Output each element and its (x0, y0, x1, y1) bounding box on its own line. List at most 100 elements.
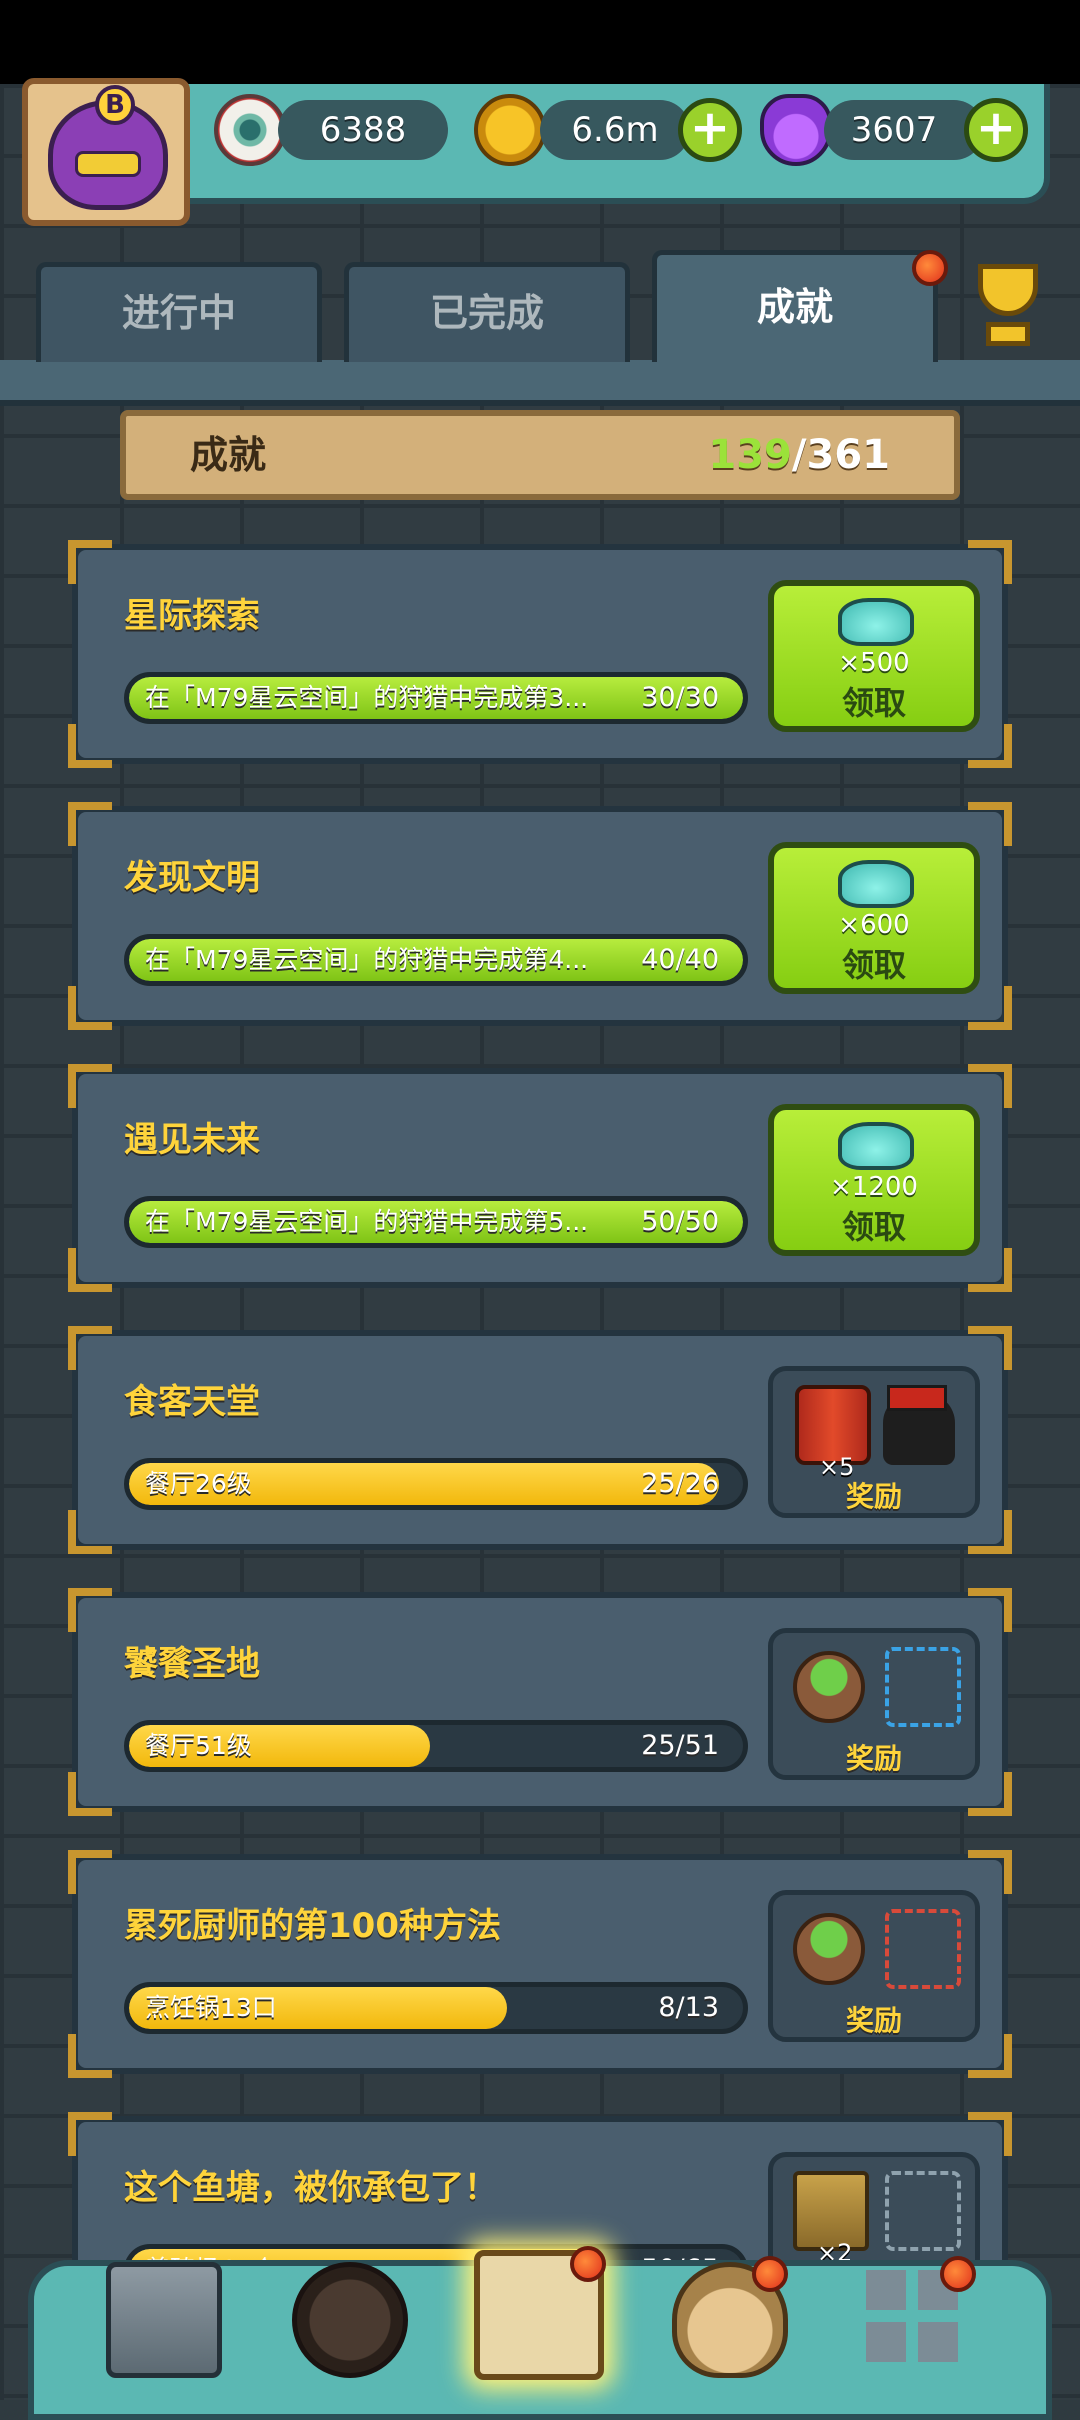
shop-building-icon[interactable] (106, 2262, 222, 2378)
achievement-summary-scroll: 成就 139/361 (120, 410, 960, 500)
achievement-title: 食客天堂 (124, 1382, 260, 1422)
eyeball-count: 6388 (319, 110, 407, 150)
progress-count: 25/26 (641, 1468, 719, 1499)
progress-bar: 在「M79星云空间」的狩猎中完成第5... 50/50 (124, 1196, 748, 1248)
add-coins-button[interactable]: + (678, 98, 742, 162)
tab-completed[interactable]: 已完成 (344, 262, 630, 362)
progress-description: 在「M79星云空间」的狩猎中完成第4... (145, 945, 589, 974)
summary-count: 139/361 (708, 416, 890, 494)
card-corner (68, 724, 112, 768)
vegetable-reward-icon (793, 1913, 865, 1985)
avatar-rank-badge: B (95, 85, 135, 125)
card-corner (68, 986, 112, 1030)
achievement-title: 累死厨师的第100种方法 (124, 1906, 501, 1946)
card-corner (968, 1326, 1012, 1370)
achievement-title: 这个鱼塘，被你承包了！ (124, 2168, 498, 2208)
claim-reward-button[interactable]: ×500 领取 (768, 580, 980, 732)
claim-reward-button[interactable]: ×1200 领取 (768, 1104, 980, 1256)
card-corner (968, 1588, 1012, 1632)
achievement-card: 食客天堂 餐厅26级 25/26 ×5 奖励 (68, 1326, 1012, 1554)
progress-description: 烹饪锅13口 (145, 1993, 277, 2022)
card-corner (68, 1772, 112, 1816)
trophy-icon[interactable] (962, 260, 1054, 356)
progress-description: 餐厅51级 (145, 1731, 252, 1760)
card-corner (968, 1064, 1012, 1108)
card-corner (968, 1248, 1012, 1292)
claim-label: 领取 (841, 946, 906, 984)
progress-count: 50/50 (641, 1206, 719, 1237)
claim-label: 领取 (841, 684, 906, 722)
achievement-card: 星际探索 在「M79星云空间」的狩猎中完成第3... 30/30 ×500 领取 (68, 540, 1012, 768)
achievement-title: 遇见未来 (124, 1120, 260, 1160)
progress-count: 30/30 (641, 682, 719, 713)
summary-title: 成就 (190, 433, 267, 477)
progress-bar: 烹饪锅13口 8/13 (124, 1982, 748, 2034)
reward-label: 奖励 (845, 2004, 902, 2037)
reward-quantity: ×500 (838, 648, 910, 678)
achievement-card: 遇见未来 在「M79星云空间」的狩猎中完成第5... 50/50 ×1200 领… (68, 1064, 1012, 1292)
card-corner (968, 1772, 1012, 1816)
card-corner (68, 1064, 112, 1108)
notification-dot-icon (570, 2246, 606, 2282)
slime-reward-icon (838, 598, 914, 646)
progress-description: 在「M79星云空间」的狩猎中完成第5... (145, 1207, 589, 1236)
card-corner (68, 2112, 112, 2156)
reward-quantity: ×1200 (830, 1172, 918, 1202)
achievement-card: 饕餮圣地 餐厅51级 25/51 奖励 (68, 1588, 1012, 1816)
progress-count: 25/51 (641, 1730, 719, 1761)
monster-hat (887, 1385, 947, 1411)
notification-dot-icon (912, 250, 948, 286)
reward-label: 奖励 (845, 1742, 902, 1775)
status-bar (0, 0, 1080, 84)
card-corner (68, 1248, 112, 1292)
card-corner (968, 1510, 1012, 1554)
trophy-base (986, 322, 1030, 346)
slime-reward-icon (838, 1122, 914, 1170)
reward-preview[interactable]: ×5 奖励 (768, 1366, 980, 1518)
reward-preview[interactable]: 奖励 (768, 1628, 980, 1780)
card-corner (68, 2034, 112, 2078)
potion-count: 3607 (850, 110, 938, 150)
progress-description: 餐厅26级 (145, 1469, 252, 1498)
eyeball-currency-icon (214, 94, 286, 166)
card-corner (968, 2034, 1012, 2078)
eyeball-pill: 6388 (278, 100, 448, 160)
reward-quantity: ×600 (838, 910, 910, 940)
card-corner (968, 1850, 1012, 1894)
player-avatar-frame[interactable]: B (22, 78, 190, 226)
notification-dot-icon (940, 2256, 976, 2292)
completed-count: 139 (708, 432, 792, 478)
barrel-reward-icon: ×5 (795, 1385, 871, 1481)
tab-strip (0, 360, 1080, 406)
card-corner (968, 2112, 1012, 2156)
card-corner (68, 1326, 112, 1370)
monster-icon[interactable] (292, 2262, 408, 2378)
reward-preview[interactable]: 奖励 (768, 1890, 980, 2042)
empty-red-slot-icon (885, 1909, 961, 1989)
achievement-card: 累死厨师的第100种方法 烹饪锅13口 8/13 奖励 (68, 1850, 1012, 2078)
robot-reward-icon: ×2 (793, 2171, 869, 2267)
progress-count: 8/13 (658, 1992, 719, 2023)
card-corner (68, 1850, 112, 1894)
progress-bar: 餐厅26级 25/26 (124, 1458, 748, 1510)
tab-in-progress[interactable]: 进行中 (36, 262, 322, 362)
coin-count: 6.6m (571, 110, 659, 150)
achievement-title: 发现文明 (124, 858, 260, 898)
card-corner (968, 724, 1012, 768)
coin-currency-icon (474, 94, 546, 166)
progress-description: 在「M79星云空间」的狩猎中完成第3... (145, 683, 589, 712)
progress-bar: 在「M79星云空间」的狩猎中完成第4... 40/40 (124, 934, 748, 986)
claim-reward-button[interactable]: ×600 领取 (768, 842, 980, 994)
shadow-monster-reward-icon (883, 1385, 955, 1465)
potion-pill: 3607 (824, 100, 984, 160)
card-corner (968, 986, 1012, 1030)
potion-currency-icon (760, 94, 832, 166)
card-corner (968, 540, 1012, 584)
card-corner (968, 802, 1012, 846)
card-corner (68, 1588, 112, 1632)
add-potions-button[interactable]: + (964, 98, 1028, 162)
tab-achievements[interactable]: 成就 (652, 250, 938, 362)
empty-blue-slot-icon (885, 1647, 961, 1727)
vegetable-reward-icon (793, 1651, 865, 1723)
reward-label: 奖励 (845, 1480, 902, 1513)
